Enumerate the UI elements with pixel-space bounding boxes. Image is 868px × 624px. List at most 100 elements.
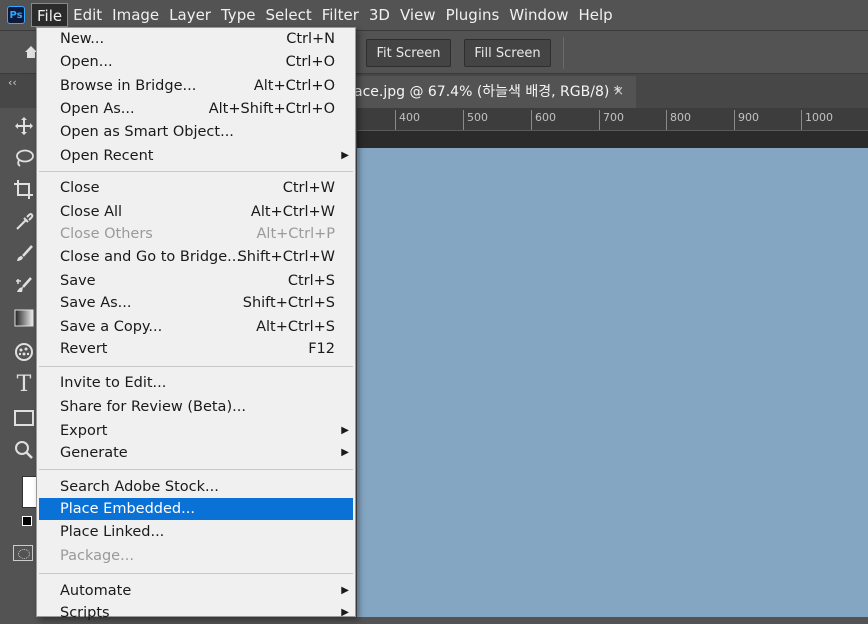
- options-separator: [563, 37, 564, 69]
- menu-item-label: Revert: [60, 341, 108, 357]
- menu-item-search-adobe-stock[interactable]: Search Adobe Stock...: [39, 476, 353, 498]
- menu-3d[interactable]: 3D: [364, 0, 395, 30]
- menu-select[interactable]: Select: [260, 0, 316, 30]
- menu-item-browse-in-bridge[interactable]: Browse in Bridge... Alt+Ctrl+O: [39, 75, 353, 97]
- sponge-tool-icon[interactable]: [12, 340, 36, 364]
- menu-item-place-linked[interactable]: Place Linked...: [39, 521, 353, 543]
- menu-item-label: Search Adobe Stock...: [60, 479, 219, 495]
- photoshop-logo-icon: Ps: [7, 6, 25, 24]
- menu-view[interactable]: View: [395, 0, 441, 30]
- menu-image[interactable]: Image: [107, 0, 164, 30]
- move-tool-icon[interactable]: [12, 114, 36, 138]
- menu-edit[interactable]: Edit: [68, 0, 107, 30]
- menu-item-label: Place Embedded...: [60, 501, 195, 517]
- zoom-tool-icon[interactable]: [12, 438, 36, 462]
- canvas-pasteboard: [357, 131, 868, 148]
- menu-item-label: Save As...: [60, 295, 132, 311]
- menu-item-label: Browse in Bridge...: [60, 78, 197, 94]
- crop-tool-icon[interactable]: [12, 178, 36, 202]
- ruler-tick: [531, 110, 532, 130]
- menu-item-revert[interactable]: Revert F12: [39, 338, 353, 360]
- default-colors-icon[interactable]: [22, 516, 32, 526]
- menu-filter[interactable]: Filter: [317, 0, 364, 30]
- menu-item-label: Close: [60, 180, 100, 196]
- menu-layer[interactable]: Layer: [164, 0, 216, 30]
- menu-item-shortcut: Alt+Ctrl+P: [256, 226, 335, 242]
- menu-item-label: Close Others: [60, 226, 153, 242]
- fit-screen-button[interactable]: Fit Screen: [366, 39, 451, 67]
- menu-item-open-recent[interactable]: Open Recent ▶: [39, 145, 353, 167]
- menu-item-label: Invite to Edit...: [60, 375, 167, 391]
- rectangle-tool-icon[interactable]: [12, 406, 36, 430]
- document-canvas[interactable]: [357, 148, 868, 617]
- ruler-tick: [395, 110, 396, 130]
- menu-item-shortcut: Ctrl+N: [286, 31, 335, 47]
- submenu-arrow-icon: ▶: [341, 585, 349, 596]
- menu-item-label: Scripts: [60, 605, 110, 621]
- collapse-panel-icon[interactable]: ‹‹: [8, 76, 17, 89]
- menu-item-shortcut: Ctrl+O: [285, 54, 335, 70]
- menu-item-package: Package...: [39, 545, 353, 567]
- brush-tool-icon[interactable]: [12, 242, 36, 266]
- menu-item-new[interactable]: New... Ctrl+N: [39, 28, 353, 50]
- menu-item-generate[interactable]: Generate ▶: [39, 442, 353, 464]
- horizontal-ruler: 400 500 600 700 800 900 1000: [357, 108, 868, 131]
- menu-window[interactable]: Window: [504, 0, 573, 30]
- ruler-tick: [801, 110, 802, 130]
- menu-item-open-as[interactable]: Open As... Alt+Shift+Ctrl+O: [39, 98, 353, 120]
- ruler-label: 700: [603, 111, 624, 124]
- eyedropper-tool-icon[interactable]: [12, 210, 36, 234]
- menu-item-shortcut: Alt+Shift+Ctrl+O: [208, 101, 335, 117]
- menu-item-shortcut: Ctrl+W: [282, 180, 335, 196]
- menu-item-shortcut: Alt+Ctrl+W: [250, 204, 335, 220]
- document-tab[interactable]: ace.jpg @ 67.4% (하늘색 배경, RGB/8) * ×: [340, 76, 636, 108]
- menu-item-label: Save: [60, 273, 96, 289]
- menu-item-close[interactable]: Close Ctrl+W: [39, 177, 353, 199]
- ruler-label: 500: [467, 111, 488, 124]
- menu-item-label: Place Linked...: [60, 524, 165, 540]
- ruler-tick: [666, 110, 667, 130]
- menu-item-shortcut: Shift+Ctrl+W: [237, 249, 335, 265]
- menu-plugins[interactable]: Plugins: [441, 0, 505, 30]
- menu-item-close-all[interactable]: Close All Alt+Ctrl+W: [39, 201, 353, 223]
- menu-item-share-for-review[interactable]: Share for Review (Beta)...: [39, 396, 353, 418]
- menu-file[interactable]: File: [31, 3, 69, 27]
- menu-item-shortcut: F12: [308, 341, 335, 357]
- menu-item-place-embedded[interactable]: Place Embedded...: [39, 498, 353, 520]
- menu-item-label: Export: [60, 423, 108, 439]
- menu-item-open-as-smart-object[interactable]: Open as Smart Object...: [39, 121, 353, 143]
- menu-type[interactable]: Type: [216, 0, 260, 30]
- document-tab-title: ace.jpg @ 67.4% (하늘색 배경, RGB/8) *: [354, 84, 621, 100]
- menu-item-invite-to-edit[interactable]: Invite to Edit...: [39, 372, 353, 394]
- menu-item-automate[interactable]: Automate ▶: [39, 580, 353, 602]
- fill-screen-button[interactable]: Fill Screen: [464, 39, 551, 67]
- menu-item-label: Share for Review (Beta)...: [60, 399, 246, 415]
- quick-mask-icon[interactable]: [13, 545, 33, 561]
- menu-item-export[interactable]: Export ▶: [39, 420, 353, 442]
- file-menu-dropdown: New... Ctrl+N Open... Ctrl+O Browse in Bri…: [36, 27, 356, 621]
- menu-item-label: Open...: [60, 54, 113, 70]
- menu-separator: [39, 171, 353, 172]
- menu-item-open[interactable]: Open... Ctrl+O: [39, 51, 353, 73]
- menu-separator: [39, 469, 353, 470]
- ruler-label: 1000: [805, 111, 833, 124]
- clone-stamp-tool-icon[interactable]: [12, 274, 36, 298]
- ruler-tick: [599, 110, 600, 130]
- menu-separator: [39, 573, 353, 574]
- menu-item-close-and-go-to-bridge[interactable]: Close and Go to Bridge... Shift+Ctrl+W: [39, 246, 353, 268]
- menu-item-save-as[interactable]: Save As... Shift+Ctrl+S: [39, 292, 353, 314]
- menu-item-label: Generate: [60, 445, 128, 461]
- submenu-arrow-icon: ▶: [341, 150, 349, 161]
- menu-separator: [39, 366, 353, 367]
- type-tool-icon[interactable]: T: [12, 372, 36, 397]
- ruler-label: 800: [670, 111, 691, 124]
- menu-help[interactable]: Help: [573, 0, 617, 30]
- menu-item-save-a-copy[interactable]: Save a Copy... Alt+Ctrl+S: [39, 316, 353, 338]
- close-tab-icon[interactable]: ×: [613, 76, 624, 108]
- gradient-tool-icon[interactable]: [12, 306, 36, 330]
- lasso-tool-icon[interactable]: [12, 146, 36, 170]
- ruler-label: 600: [535, 111, 556, 124]
- menu-item-label: Open Recent: [60, 148, 154, 164]
- menu-item-save[interactable]: Save Ctrl+S: [39, 270, 353, 292]
- menu-item-scripts[interactable]: Scripts ▶: [39, 602, 353, 624]
